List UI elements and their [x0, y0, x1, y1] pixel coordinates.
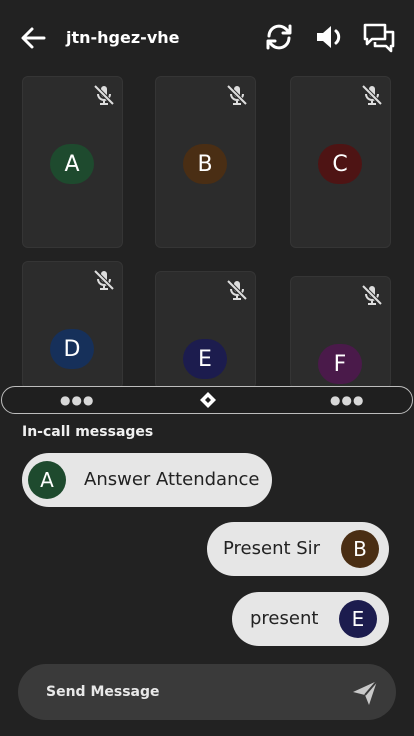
message-bubble: present E [232, 592, 389, 646]
mic-off-icon [225, 278, 249, 302]
message-text: Present Sir [223, 538, 321, 559]
panel-resize-bar[interactable]: ●●● ●●● [1, 386, 413, 414]
avatar: D [50, 329, 94, 369]
mic-off-icon [225, 83, 249, 107]
more-dots-icon: ●●● [330, 393, 365, 407]
message-text: present [250, 608, 319, 629]
meeting-code: jtn-hgez-vhe [66, 28, 180, 47]
switch-camera-icon[interactable] [262, 20, 296, 54]
chat-icon[interactable] [362, 20, 396, 54]
avatar: E [339, 600, 377, 638]
message-bubble: Present Sir B [207, 522, 389, 576]
message-input-placeholder: Send Message [46, 684, 160, 700]
back-arrow-icon[interactable] [18, 23, 48, 53]
participant-tile[interactable]: D [22, 261, 123, 389]
avatar: C [318, 144, 362, 184]
speaker-icon[interactable] [312, 20, 346, 54]
participant-tile[interactable]: B [155, 76, 256, 248]
message-input[interactable]: Send Message [18, 664, 396, 720]
avatar: B [341, 530, 379, 568]
participant-tile[interactable]: F [290, 276, 391, 389]
avatar: B [183, 144, 227, 184]
avatar: A [50, 144, 94, 184]
mic-off-icon [360, 283, 384, 307]
message-bubble: A Answer Attendance [22, 453, 272, 507]
participant-tile[interactable]: A [22, 76, 123, 248]
in-call-messages-heading: In-call messages [22, 424, 154, 440]
send-icon[interactable] [350, 678, 380, 708]
message-text: Answer Attendance [84, 469, 260, 490]
expand-collapse-icon[interactable] [198, 390, 218, 410]
mic-off-icon [360, 83, 384, 107]
avatar: E [183, 339, 227, 379]
avatar: F [318, 344, 362, 384]
mic-off-icon [92, 268, 116, 292]
participant-tile[interactable]: E [155, 271, 256, 389]
participant-tile[interactable]: C [290, 76, 391, 248]
top-bar: jtn-hgez-vhe [0, 0, 414, 76]
more-dots-icon: ●●● [60, 393, 95, 407]
mic-off-icon [92, 83, 116, 107]
avatar: A [28, 461, 66, 499]
